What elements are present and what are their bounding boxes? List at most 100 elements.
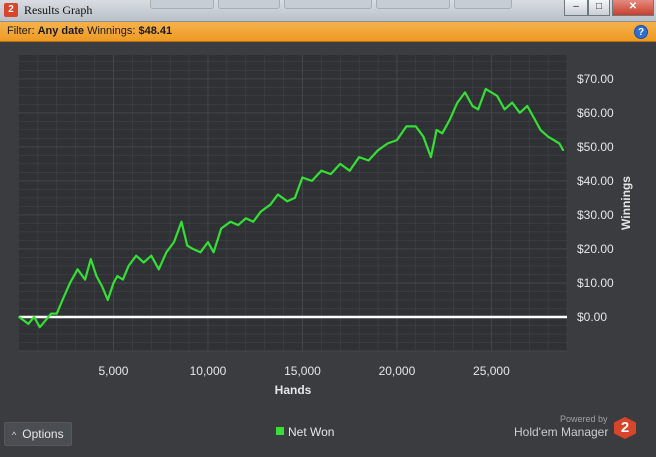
net-won-point bbox=[18, 316, 20, 318]
net-won-point bbox=[142, 261, 145, 264]
net-won-point bbox=[405, 125, 408, 128]
window-title: Results Graph bbox=[24, 3, 93, 17]
y-tick-label: $50.00 bbox=[577, 140, 614, 154]
net-won-point bbox=[252, 220, 255, 223]
y-tick-label: $0.00 bbox=[577, 310, 607, 324]
filter-date-value[interactable]: Any date bbox=[38, 25, 84, 37]
net-won-point bbox=[358, 156, 361, 158]
net-won-point bbox=[191, 248, 194, 250]
y-tick-label: $20.00 bbox=[577, 242, 614, 256]
net-won-point bbox=[116, 275, 119, 278]
minimize-button[interactable]: – bbox=[564, 0, 588, 16]
net-won-point bbox=[27, 322, 30, 325]
net-won-point bbox=[484, 88, 487, 90]
app-logo-icon: 2 bbox=[4, 3, 18, 17]
net-won-point bbox=[112, 282, 115, 284]
net-won-point bbox=[106, 299, 109, 301]
winnings-label: Winnings: bbox=[87, 25, 136, 37]
x-tick-label: 5,000 bbox=[98, 364, 128, 378]
help-icon[interactable]: ? bbox=[634, 25, 648, 39]
net-won-point bbox=[518, 111, 521, 114]
net-won-point bbox=[95, 275, 98, 278]
winnings-value: $48.41 bbox=[138, 25, 173, 37]
background-window-tabs bbox=[150, 0, 530, 10]
net-won-point bbox=[127, 265, 130, 267]
net-won-point bbox=[33, 316, 36, 318]
x-tick-label: 20,000 bbox=[379, 364, 416, 378]
net-won-point bbox=[180, 220, 183, 223]
net-won-point bbox=[422, 135, 425, 138]
net-won-point bbox=[464, 91, 466, 94]
net-won-point bbox=[212, 251, 215, 254]
filter-label: Filter: bbox=[7, 25, 35, 37]
net-won-point bbox=[367, 159, 370, 162]
background-tab bbox=[150, 0, 214, 9]
net-won-point bbox=[76, 268, 79, 271]
net-won-point bbox=[456, 101, 459, 104]
net-won-point bbox=[150, 254, 153, 257]
net-won-point bbox=[207, 241, 209, 244]
net-won-point bbox=[310, 179, 313, 182]
net-won-point bbox=[220, 227, 223, 230]
filter-bar[interactable]: Filter: Any date Winnings: $48.41 ? bbox=[0, 22, 656, 42]
net-won-point bbox=[386, 142, 389, 145]
results-chart: 5,000 10,000 15,000 20,000 25,000 $0.00 $10.00… bbox=[18, 55, 633, 397]
net-won-point bbox=[377, 149, 379, 152]
chevron-up-icon: ^ bbox=[12, 430, 17, 440]
plot-area bbox=[19, 55, 567, 351]
y-tick-label: $30.00 bbox=[577, 208, 614, 222]
net-won-point bbox=[44, 319, 47, 322]
net-won-point bbox=[441, 132, 444, 135]
net-won-point bbox=[562, 149, 565, 152]
y-tick-label: $40.00 bbox=[577, 174, 614, 188]
net-won-point bbox=[301, 176, 304, 179]
net-won-point bbox=[348, 169, 351, 172]
maximize-button[interactable]: □ bbox=[588, 0, 610, 16]
net-won-point bbox=[135, 254, 138, 257]
net-won-point bbox=[558, 142, 561, 145]
net-won-point bbox=[533, 118, 536, 121]
close-button[interactable]: ✕ bbox=[612, 0, 654, 16]
background-tab bbox=[284, 0, 372, 9]
net-won-point bbox=[477, 108, 480, 111]
net-won-point bbox=[89, 258, 92, 261]
net-won-point bbox=[471, 105, 474, 107]
net-won-point bbox=[173, 241, 175, 244]
net-won-point bbox=[122, 278, 124, 281]
legend-label-net-won: Net Won bbox=[288, 425, 335, 439]
window-titlebar[interactable]: 2 Results Graph – □ ✕ bbox=[0, 0, 656, 22]
net-won-point bbox=[552, 139, 555, 141]
net-won-point bbox=[55, 312, 58, 315]
y-tick-label: $70.00 bbox=[577, 72, 614, 86]
brand-name: Hold'em Manager bbox=[514, 425, 609, 439]
net-won-point bbox=[496, 94, 498, 97]
net-won-point bbox=[490, 91, 493, 94]
options-button[interactable]: ^ Options bbox=[4, 422, 72, 446]
net-won-point bbox=[329, 173, 332, 175]
net-won-point bbox=[286, 200, 289, 203]
net-won-point bbox=[448, 118, 451, 121]
net-won-point bbox=[61, 299, 64, 301]
x-tick-label: 15,000 bbox=[284, 364, 321, 378]
background-tab bbox=[454, 0, 512, 9]
net-won-point bbox=[259, 210, 262, 213]
net-won-point bbox=[199, 251, 202, 254]
net-won-point bbox=[38, 326, 41, 329]
net-won-point bbox=[276, 193, 279, 196]
net-won-point bbox=[229, 220, 232, 223]
net-won-point bbox=[539, 128, 542, 131]
net-won-point bbox=[320, 169, 323, 172]
net-won-point bbox=[269, 203, 272, 206]
y-tick-label: $60.00 bbox=[577, 106, 614, 120]
net-won-point bbox=[157, 268, 160, 271]
options-label: Options bbox=[22, 427, 64, 441]
x-tick-label: 10,000 bbox=[190, 364, 227, 378]
net-won-point bbox=[84, 278, 87, 281]
net-won-point bbox=[547, 135, 550, 138]
net-won-point bbox=[101, 285, 104, 288]
net-won-point bbox=[396, 139, 398, 141]
x-tick-label: 25,000 bbox=[473, 364, 510, 378]
net-won-point bbox=[50, 312, 53, 315]
net-won-point bbox=[69, 282, 71, 284]
net-won-point bbox=[186, 244, 189, 247]
